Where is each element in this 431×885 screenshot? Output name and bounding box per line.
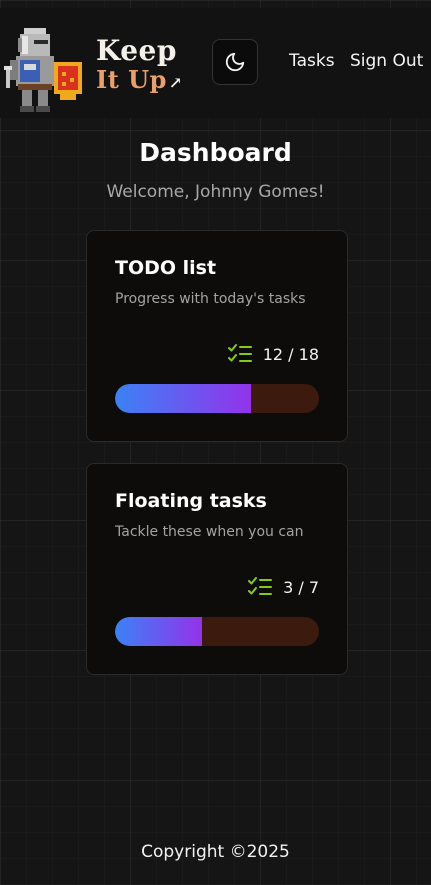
header: Keep It Up ↗ Tasks Sign Out <box>0 8 431 118</box>
task-count: 12 / 18 <box>227 343 319 365</box>
progress-bar-fill <box>115 384 251 413</box>
checklist-icon <box>227 344 252 362</box>
task-count-text: 3 / 7 <box>283 577 319 597</box>
card-title: TODO list <box>115 257 217 279</box>
floating-tasks-card[interactable]: Floating tasks Tackle these when you can… <box>86 463 348 675</box>
nav-tasks-link[interactable]: Tasks <box>289 51 335 71</box>
copyright-footer: Copyright ©2025 <box>141 842 290 862</box>
knight-logo-icon[interactable] <box>4 26 86 116</box>
arrow-up-right-icon: ↗ <box>168 73 183 92</box>
brand-line-2-text: It Up <box>96 65 167 94</box>
checklist-icon <box>248 577 273 595</box>
brand-wordmark[interactable]: Keep It Up ↗ <box>96 36 186 97</box>
card-description: Progress with today's tasks <box>115 291 306 307</box>
todo-list-card[interactable]: TODO list Progress with today's tasks 12… <box>86 230 348 442</box>
progress-bar <box>115 384 319 413</box>
welcome-message: Welcome, Johnny Gomes! <box>106 182 325 202</box>
task-count: 3 / 7 <box>247 576 319 598</box>
task-count-text: 12 / 18 <box>262 344 319 364</box>
brand-line-2: It Up ↗ <box>96 66 186 97</box>
card-description: Tackle these when you can <box>115 524 304 540</box>
nav-sign-out-link[interactable]: Sign Out <box>350 51 423 71</box>
card-title: Floating tasks <box>115 490 267 512</box>
brand-line-1: Keep <box>96 34 177 67</box>
theme-toggle-button[interactable] <box>212 39 258 85</box>
page: Keep It Up ↗ Tasks Sign Out Dashboard Wel… <box>0 0 431 885</box>
progress-bar <box>115 617 319 646</box>
progress-bar-fill <box>115 617 203 646</box>
page-title: Dashboard <box>139 138 292 167</box>
moon-icon <box>225 52 245 72</box>
